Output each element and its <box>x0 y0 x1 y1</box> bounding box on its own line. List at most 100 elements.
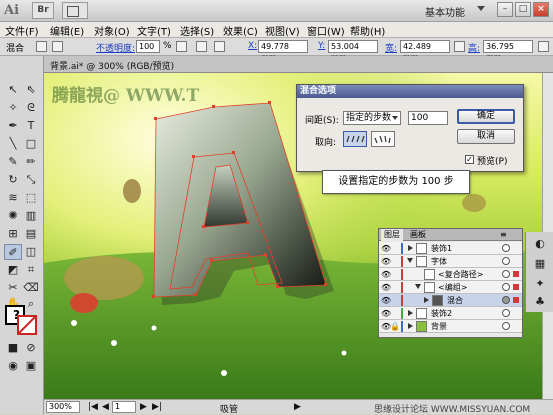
expand-arrow-icon[interactable] <box>408 245 413 251</box>
bridge-button[interactable]: Br <box>32 2 54 19</box>
status-menu-icon[interactable]: ▶ <box>294 402 301 412</box>
transform-icon[interactable] <box>214 41 225 52</box>
live-paint-tool-icon[interactable]: ◩ <box>4 262 22 278</box>
fill-stroke-control[interactable]: ? <box>5 305 39 335</box>
paintbrush-tool-icon[interactable]: ✎ <box>4 154 22 170</box>
rotate-tool-icon[interactable]: ↻ <box>4 172 22 188</box>
target-circle-icon[interactable] <box>502 283 510 291</box>
collapse-arrow-icon[interactable] <box>407 258 413 263</box>
menu-help[interactable]: 帮助(H) <box>350 23 385 38</box>
menu-select[interactable]: 选择(S) <box>180 23 214 38</box>
selection-indicator[interactable] <box>513 297 519 303</box>
layer-row-group[interactable]: 👁 <编组> <box>379 281 522 294</box>
panel-menu-icon[interactable]: ≡ <box>497 229 510 241</box>
screen-mode-icon[interactable]: ▣ <box>22 358 40 374</box>
rectangle-tool-icon[interactable]: □ <box>22 136 40 152</box>
color-mode-icon[interactable]: ■ <box>4 340 22 356</box>
align-to-page-button[interactable] <box>343 131 367 147</box>
mesh-tool-icon[interactable]: ⊞ <box>4 226 22 242</box>
symbols-panel-icon[interactable]: ♣ <box>531 294 549 310</box>
steps-input[interactable]: 100 <box>408 111 448 125</box>
type-tool-icon[interactable]: T <box>22 118 40 134</box>
lasso-tool-icon[interactable]: ᘓ <box>22 100 40 116</box>
scale-tool-icon[interactable]: ⤡ <box>22 172 40 188</box>
swatches-panel-icon[interactable]: ▦ <box>531 256 549 272</box>
menu-type[interactable]: 文字(T) <box>137 23 171 38</box>
graphic-style-icon[interactable] <box>176 41 187 52</box>
link-icon[interactable] <box>454 41 465 52</box>
target-circle-icon[interactable] <box>502 296 510 304</box>
menu-window[interactable]: 窗口(W) <box>307 23 345 38</box>
free-transform-tool-icon[interactable]: ⬚ <box>22 190 40 206</box>
tab-layers[interactable]: 图层 <box>381 229 403 241</box>
lock-icon[interactable]: 🔒 <box>390 322 400 331</box>
crop-tool-icon[interactable]: ⌗ <box>22 262 40 278</box>
brushes-panel-icon[interactable]: ✦ <box>531 276 549 292</box>
menu-view[interactable]: 视图(V) <box>265 23 300 38</box>
symbol-sprayer-tool-icon[interactable]: ✺ <box>4 208 22 224</box>
eyedropper-tool-icon[interactable]: ✐ <box>4 244 22 260</box>
menu-object[interactable]: 对象(O) <box>94 23 130 38</box>
spacing-select[interactable]: 指定的步数 <box>343 111 401 125</box>
target-circle-icon[interactable] <box>502 309 510 317</box>
visibility-eye-icon[interactable]: 👁 <box>381 322 391 331</box>
draw-mode-icon[interactable]: ◉ <box>4 358 22 374</box>
layer-row-decor2[interactable]: 👁 装饰2 <box>379 307 522 320</box>
layer-row-background[interactable]: 👁 🔒 背景 <box>379 320 522 333</box>
graph-tool-icon[interactable]: ▥ <box>22 208 40 224</box>
zoom-field[interactable]: 300% <box>46 401 80 413</box>
height-input[interactable]: 36.795 mm <box>483 40 533 62</box>
visibility-eye-icon[interactable]: 👁 <box>381 270 391 279</box>
visibility-eye-icon[interactable]: 👁 <box>381 244 391 253</box>
target-circle-icon[interactable] <box>502 270 510 278</box>
close-button[interactable]: × <box>533 2 549 17</box>
minimize-button[interactable]: – <box>497 2 513 17</box>
next-artboard-icon[interactable]: ▶ <box>140 402 147 412</box>
menu-effect[interactable]: 效果(C) <box>223 23 258 38</box>
expand-arrow-icon[interactable] <box>408 310 413 316</box>
last-artboard-icon[interactable]: ▶| <box>152 402 162 412</box>
layer-row-compound-path[interactable]: 👁 <复合路径> <box>379 268 522 281</box>
selection-indicator[interactable] <box>513 271 519 277</box>
maximize-button[interactable]: □ <box>515 2 531 17</box>
eraser-tool-icon[interactable]: ⌫ <box>22 280 40 296</box>
pencil-tool-icon[interactable]: ✏ <box>22 154 40 170</box>
prev-artboard-icon[interactable]: ◀ <box>102 402 109 412</box>
align-to-path-button[interactable] <box>371 131 395 147</box>
fill-swatch-icon[interactable] <box>36 41 47 52</box>
document-tab[interactable]: 背景.ai* @ 300% (RGB/预览) <box>44 56 553 73</box>
width-label[interactable]: 宽: <box>385 41 397 54</box>
blend-tool-icon[interactable]: ◫ <box>22 244 40 260</box>
arrange-documents-button[interactable] <box>62 2 88 19</box>
layer-row-font[interactable]: 👁 字体 <box>379 255 522 268</box>
menu-edit[interactable]: 编辑(E) <box>50 23 84 38</box>
stroke-swatch-icon[interactable] <box>52 41 63 52</box>
target-circle-icon[interactable] <box>502 244 510 252</box>
layer-row-blend[interactable]: 👁 混合 <box>379 294 522 307</box>
color-panel-icon[interactable]: ◐ <box>531 236 549 252</box>
artboard-number-field[interactable]: 1 <box>112 401 136 413</box>
visibility-eye-icon[interactable]: 👁 <box>381 309 391 318</box>
warp-tool-icon[interactable]: ≋ <box>4 190 22 206</box>
cancel-button[interactable]: 取消 <box>457 129 515 144</box>
menu-file[interactable]: 文件(F) <box>5 23 39 38</box>
opacity-input[interactable]: 100 <box>136 40 160 53</box>
collapse-arrow-icon[interactable] <box>415 284 421 289</box>
none-mode-icon[interactable]: ⊘ <box>22 340 40 356</box>
target-circle-icon[interactable] <box>502 322 510 330</box>
width-input[interactable]: 42.489 mm <box>400 40 450 62</box>
target-circle-icon[interactable] <box>502 257 510 265</box>
y-input[interactable]: 53.004 mm <box>328 40 378 62</box>
selection-tool-icon[interactable]: ↖ <box>4 82 22 98</box>
visibility-eye-icon[interactable]: 👁 <box>381 296 391 305</box>
first-artboard-icon[interactable]: |◀ <box>88 402 98 412</box>
direct-selection-tool-icon[interactable]: ⇖ <box>22 82 40 98</box>
gradient-tool-icon[interactable]: ▤ <box>22 226 40 242</box>
expand-arrow-icon[interactable] <box>408 323 413 329</box>
visibility-eye-icon[interactable]: 👁 <box>381 283 391 292</box>
pen-tool-icon[interactable]: ✒ <box>4 118 22 134</box>
opacity-link[interactable]: 不透明度: <box>96 41 135 54</box>
slice-tool-icon[interactable]: ✂ <box>4 280 22 296</box>
x-label[interactable]: X: <box>248 41 257 51</box>
ok-button[interactable]: 确定 <box>457 109 515 124</box>
